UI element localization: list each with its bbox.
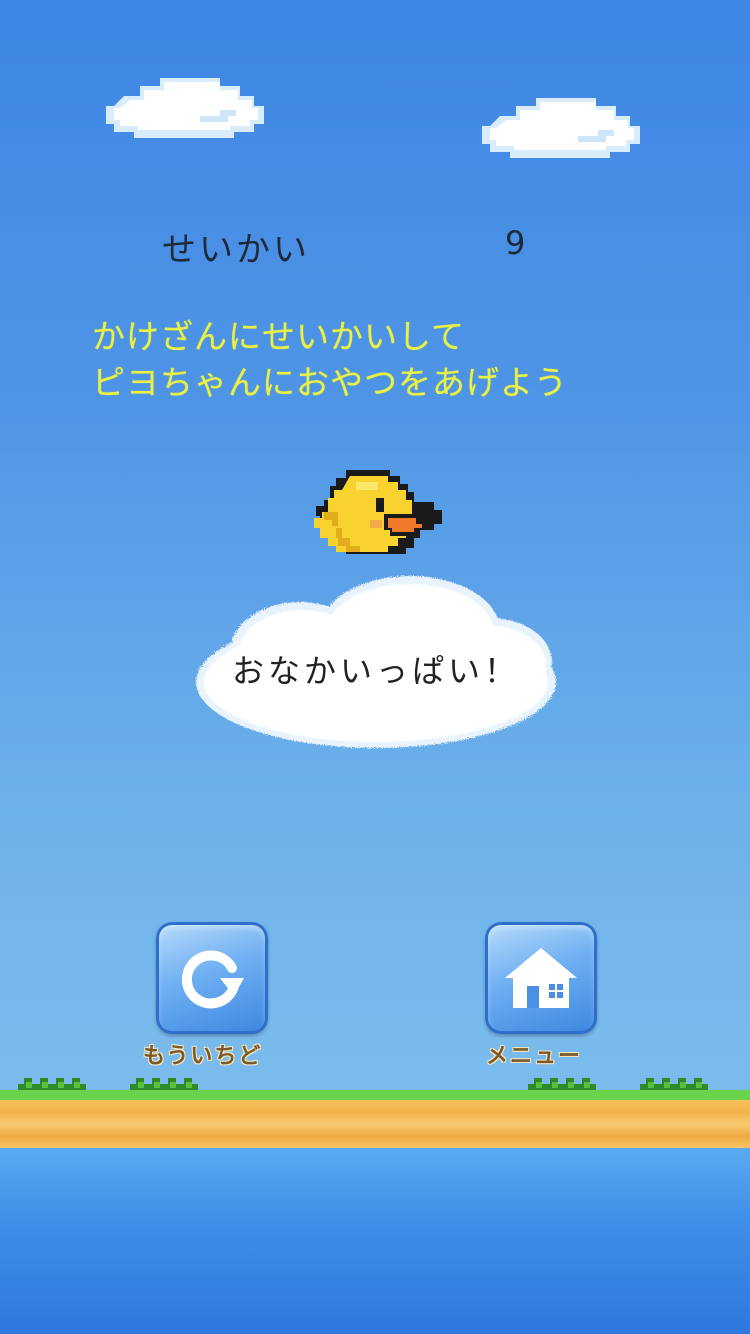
instruction-text: かけざんにせいかいして ピヨちゃんにおやつをあげよう	[92, 314, 568, 406]
sand-strip	[0, 1100, 750, 1148]
score-label: せいかい	[162, 230, 310, 270]
score-value: 9	[505, 224, 526, 262]
instruction-line-2: ピヨちゃんにおやつをあげよう	[92, 363, 568, 402]
sky-cloud-left	[106, 78, 264, 138]
retry-button[interactable]	[156, 922, 268, 1034]
water	[0, 1148, 750, 1334]
house-icon	[505, 948, 577, 1008]
instruction-line-1: かけざんにせいかいして	[92, 317, 466, 356]
chick-character	[314, 470, 442, 554]
menu-button[interactable]	[485, 922, 597, 1034]
sky-cloud-right	[482, 98, 640, 158]
grass-strip	[0, 1090, 750, 1100]
speech-message: おなかいっぱい！	[232, 652, 521, 690]
retry-icon	[181, 950, 244, 1009]
